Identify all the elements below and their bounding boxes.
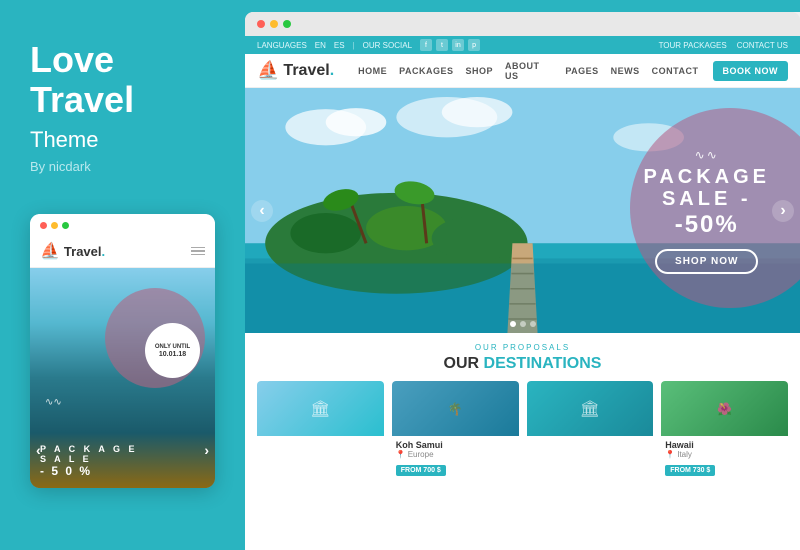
nav-packages[interactable]: PACKAGES	[399, 66, 453, 76]
mobile-logo: ⛵ Travel.	[40, 241, 105, 261]
hero-sale-label: SALE -	[643, 188, 770, 211]
mobile-chrome-bar	[30, 214, 215, 235]
dest-card-2-price: FROM 700 $	[396, 465, 446, 476]
facebook-icon[interactable]: f	[420, 39, 432, 51]
hero-promo-text: ∿∿ PACKAGE SALE - -50% SHOP NOW	[643, 148, 770, 274]
dest-card-2-info: Koh Samui 📍 Europe FROM 700 $	[392, 436, 519, 481]
utility-bar: LANGUAGES EN ES | OUR SOCIAL f t in p TO…	[245, 36, 800, 54]
dest-card-2-image: 🌴	[392, 381, 519, 436]
nav-logo-icon: ⛵	[257, 60, 279, 81]
dest-card-4-name: Hawaii	[665, 440, 784, 450]
utility-right: TOUR PACKAGES CONTACT US	[659, 41, 788, 50]
hero-next-arrow[interactable]: ›	[772, 200, 794, 222]
tour-packages-link[interactable]: TOUR PACKAGES	[659, 41, 727, 50]
mobile-prev-arrow[interactable]: ‹	[36, 442, 41, 458]
theme-title: Love Travel	[30, 40, 215, 119]
mobile-hamburger-icon[interactable]	[191, 247, 205, 256]
theme-author: By nicdark	[30, 159, 215, 174]
dest-card-4-price: FROM 730 $	[665, 465, 715, 476]
our-social-label: OUR SOCIAL	[363, 41, 412, 50]
mobile-wave-decoration: ∿∿	[45, 397, 62, 408]
main-nav: ⛵ Travel. HOME PACKAGES SHOP ABOUT US PA…	[245, 54, 800, 88]
nav-news[interactable]: NEWS	[611, 66, 640, 76]
dest-card-4-icon: 🌺	[717, 402, 732, 416]
destination-card-1[interactable]: 🏛	[257, 381, 384, 481]
twitter-icon[interactable]: t	[436, 39, 448, 51]
mobile-logo-icon: ⛵	[40, 241, 60, 261]
dest-card-3-icon: 🏛	[580, 399, 600, 419]
dest-card-4-info: Hawaii 📍 Italy FROM 730 $	[661, 436, 788, 481]
dest-card-2-name: Koh Samui	[396, 440, 515, 450]
hero-dot-3[interactable]	[530, 321, 536, 327]
mobile-hero: ONLY UNTIL 10.01.18 ∿∿ P A C K A G E S A…	[30, 268, 215, 488]
browser-chrome-bar	[245, 12, 800, 36]
nav-shop[interactable]: SHOP	[465, 66, 493, 76]
hero-dot-1[interactable]	[510, 321, 516, 327]
destination-card-4[interactable]: 🌺 Hawaii 📍 Italy FROM 730 $	[661, 381, 788, 481]
nav-logo-text: Travel.	[283, 62, 334, 80]
hero-wave-decoration: ∿∿	[643, 148, 770, 162]
browser-dot-green	[283, 20, 291, 28]
hero-section: ∿∿ PACKAGE SALE - -50% SHOP NOW ‹ ›	[245, 88, 800, 333]
browser-dot-red	[257, 20, 265, 28]
destinations-heading-plain: OUR	[444, 355, 484, 372]
mobile-carousel-arrows: ‹ ›	[30, 442, 215, 458]
mobile-mockup: ⛵ Travel. ONLY UNTIL 10.01.18 ∿∿ P A C K…	[30, 214, 215, 488]
nav-contact[interactable]: CONTACT	[652, 66, 699, 76]
dest-card-1-image: 🏛	[257, 381, 384, 436]
mobile-dot-yellow	[51, 222, 58, 229]
left-panel: Love Travel Theme By nicdark ⛵ Travel.	[0, 0, 245, 550]
languages-label: LANGUAGES	[257, 41, 307, 50]
lang-en[interactable]: EN	[315, 41, 326, 50]
destination-card-2[interactable]: 🌴 Koh Samui 📍 Europe FROM 700 $	[392, 381, 519, 481]
hero-carousel-dots	[510, 321, 536, 327]
book-now-button[interactable]: BOOK NOW	[713, 61, 789, 81]
dest-card-4-image: 🌺	[661, 381, 788, 436]
destinations-grid: 🏛 🌴 Koh Samui 📍 Europe FROM 700 $	[257, 381, 788, 481]
browser-content: LANGUAGES EN ES | OUR SOCIAL f t in p TO…	[245, 36, 800, 550]
hero-prev-arrow[interactable]: ‹	[251, 200, 273, 222]
hero-dot-2[interactable]	[520, 321, 526, 327]
mobile-nav: ⛵ Travel.	[30, 235, 215, 268]
theme-subtitle: Theme	[30, 127, 215, 153]
dest-card-2-location: 📍 Europe	[396, 450, 515, 459]
mobile-next-arrow[interactable]: ›	[204, 442, 209, 458]
nav-about-us[interactable]: ABOUT US	[505, 61, 553, 81]
our-proposals-label: OUR PROPOSALS	[257, 343, 788, 352]
destinations-heading-accent: DESTINATIONS	[484, 355, 602, 372]
hero-package-label: PACKAGE	[643, 166, 770, 188]
nav-logo[interactable]: ⛵ Travel.	[257, 60, 334, 81]
browser-mockup: LANGUAGES EN ES | OUR SOCIAL f t in p TO…	[245, 12, 800, 550]
dest-card-4-location: 📍 Italy	[665, 450, 784, 459]
dest-card-2-icon: 🌴	[448, 402, 463, 416]
nav-items: HOME PACKAGES SHOP ABOUT US PAGES NEWS C…	[358, 61, 698, 81]
shop-now-button[interactable]: SHOP NOW	[655, 249, 758, 274]
destination-card-3[interactable]: 🏛	[527, 381, 654, 481]
dest-card-3-image: 🏛	[527, 381, 654, 436]
lang-es[interactable]: ES	[334, 41, 345, 50]
linkedin-icon[interactable]: in	[452, 39, 464, 51]
nav-home[interactable]: HOME	[358, 66, 387, 76]
utility-left: LANGUAGES EN ES | OUR SOCIAL f t in p	[257, 39, 480, 51]
mobile-dot-green	[62, 222, 69, 229]
social-icons: f t in p	[420, 39, 480, 51]
mobile-dot-red	[40, 222, 47, 229]
pinterest-icon[interactable]: p	[468, 39, 480, 51]
hero-discount-label: -50%	[643, 211, 770, 239]
contact-us-link[interactable]: CONTACT US	[737, 41, 788, 50]
nav-pages[interactable]: PAGES	[565, 66, 598, 76]
mobile-only-until-badge: ONLY UNTIL 10.01.18	[145, 323, 200, 378]
our-destinations-heading: OUR DESTINATIONS	[257, 355, 788, 373]
destinations-section: OUR PROPOSALS OUR DESTINATIONS 🏛 🌴	[245, 333, 800, 550]
dest-card-1-icon: 🏛	[310, 399, 330, 419]
mobile-logo-text: Travel.	[64, 244, 105, 259]
browser-dot-yellow	[270, 20, 278, 28]
